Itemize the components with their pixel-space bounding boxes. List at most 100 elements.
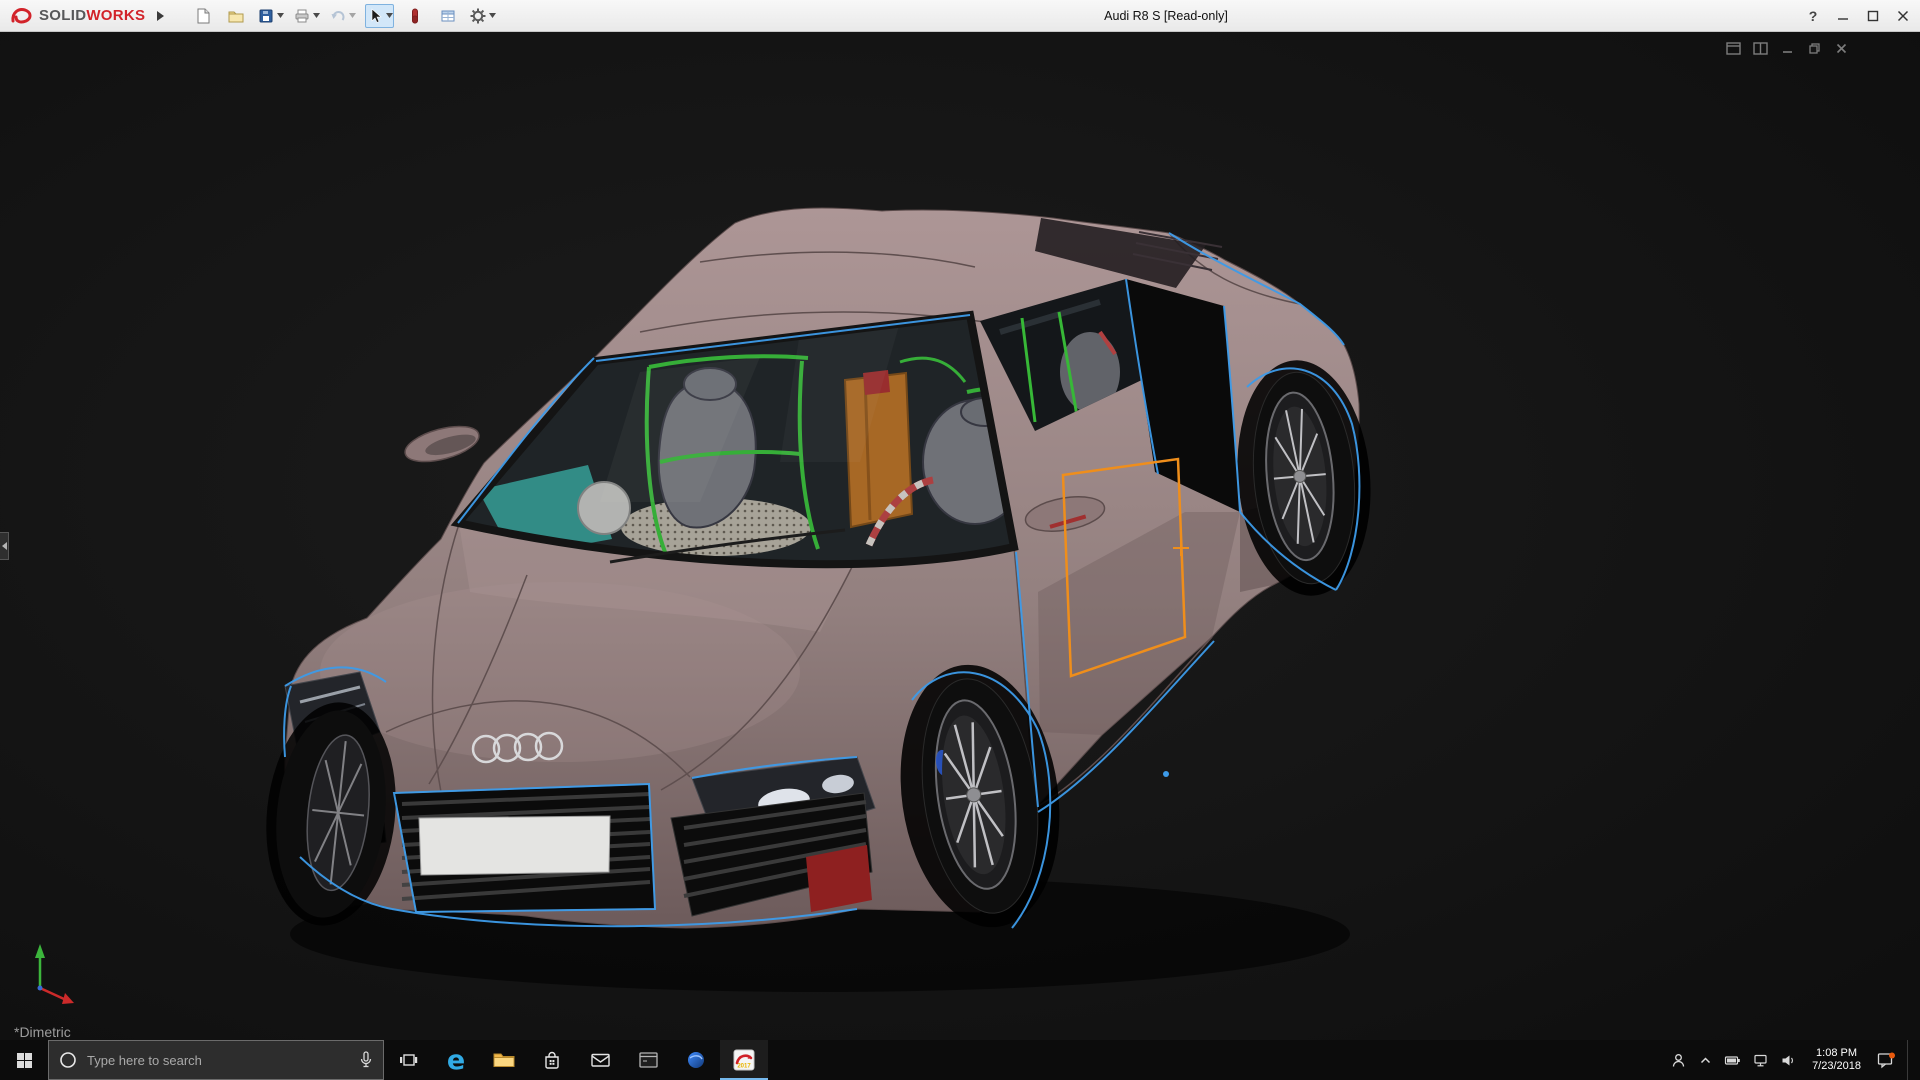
front-grille[interactable] — [393, 783, 656, 913]
close-icon — [1897, 10, 1909, 22]
brand-works: WORKS — [86, 6, 146, 24]
undo-button[interactable] — [329, 4, 357, 28]
taskbar-blue-app-icon[interactable] — [672, 1040, 720, 1080]
system-tray: 1:08 PM 7/23/2018 — [1670, 1040, 1920, 1080]
folder-icon — [493, 1053, 515, 1067]
taskbar-search[interactable] — [48, 1040, 384, 1080]
tray-battery-button[interactable] — [1724, 1052, 1741, 1069]
blue-sphere-icon — [688, 1052, 704, 1068]
taskbar-file-explorer-icon[interactable] — [480, 1040, 528, 1080]
taskbar-edge-icon[interactable]: e — [432, 1040, 480, 1080]
action-center-icon — [1877, 1052, 1895, 1068]
quick-access-toolbar — [191, 3, 497, 28]
windows-taskbar: e — [0, 1040, 1920, 1080]
mail-envelope-icon — [590, 1053, 610, 1067]
tray-people-button[interactable] — [1670, 1052, 1687, 1069]
clock-date: 7/23/2018 — [1812, 1060, 1861, 1072]
window-controls: ? — [1798, 0, 1918, 32]
nose-highlight — [320, 582, 800, 762]
doc-pane2-button[interactable] — [1752, 41, 1769, 56]
taskbar-search-input[interactable] — [48, 1040, 384, 1080]
tray-network-button[interactable] — [1752, 1052, 1769, 1069]
chevron-left-icon — [1, 542, 7, 550]
task-view-button[interactable] — [384, 1040, 432, 1080]
menu-flyout-button[interactable] — [155, 10, 165, 22]
tray-overflow-button[interactable] — [1698, 1053, 1713, 1068]
battery-icon — [1724, 1055, 1740, 1065]
license-plate — [418, 815, 611, 876]
app-window-icon — [638, 1052, 658, 1068]
task-view-icon — [399, 1054, 417, 1066]
maximize-icon — [1867, 10, 1879, 22]
network-icon — [1754, 1054, 1767, 1066]
open-folder-icon — [228, 11, 244, 22]
taskbar-mail-icon[interactable] — [576, 1040, 624, 1080]
title-menu-bar: SOLIDWORKS Audi R8 S [Read-only] ? — [0, 0, 1920, 32]
window-title: Audi R8 S [Read-only] — [1104, 9, 1228, 23]
doc-pane-button[interactable] — [1725, 41, 1742, 56]
notification-badge — [1889, 1052, 1895, 1058]
rebuild-button[interactable] — [403, 4, 427, 28]
solidworks-window: SOLIDWORKS Audi R8 S [Read-only] ? *Dime… — [0, 0, 1920, 1080]
new-document-icon — [197, 8, 210, 23]
doc-close-button[interactable] — [1833, 41, 1850, 56]
new-document-button[interactable] — [191, 4, 215, 28]
rebuild-icon — [412, 8, 419, 23]
microphone-icon[interactable] — [357, 1050, 375, 1070]
minimize-icon — [1838, 18, 1848, 20]
chevron-up-icon — [1701, 1056, 1711, 1063]
feature-manager-flyout-tab[interactable] — [0, 532, 9, 560]
viewport-canvas[interactable] — [0, 32, 1920, 1040]
file-properties-icon — [441, 10, 455, 21]
view-orientation-label: *Dimetric — [14, 1024, 71, 1040]
select-cursor-icon — [372, 7, 383, 23]
sw-year-label: 2017 — [737, 1064, 751, 1070]
taskbar-store-icon[interactable] — [528, 1040, 576, 1080]
graphics-viewport[interactable]: *Dimetric — [0, 32, 1920, 1040]
taskbar-solidworks-icon[interactable]: 2017 — [720, 1040, 768, 1080]
undo-dropdown-icon[interactable] — [349, 13, 357, 18]
pane-icon — [1753, 42, 1768, 55]
doc-minimize-button[interactable] — [1779, 41, 1796, 56]
solidworks-brand: SOLIDWORKS — [10, 5, 145, 27]
save-button[interactable] — [257, 4, 285, 28]
open-button[interactable] — [224, 4, 248, 28]
brand-solid: SOLID — [39, 6, 87, 24]
help-icon: ? — [1808, 8, 1818, 24]
options-dropdown-icon[interactable] — [489, 13, 497, 18]
action-center-button[interactable] — [1876, 1051, 1896, 1070]
save-dropdown-icon[interactable] — [277, 13, 285, 18]
tray-volume-button[interactable] — [1780, 1052, 1797, 1069]
store-bag-icon — [545, 1051, 559, 1069]
select-button[interactable] — [365, 3, 395, 28]
select-dropdown-icon[interactable] — [386, 13, 394, 18]
maximize-button[interactable] — [1858, 0, 1888, 32]
print-button[interactable] — [293, 4, 321, 28]
options-button[interactable] — [469, 4, 497, 28]
tray-clock[interactable]: 1:08 PM 7/23/2018 — [1808, 1047, 1865, 1073]
gear-icon — [470, 8, 486, 23]
minimize-button[interactable] — [1828, 0, 1858, 32]
cortana-icon — [60, 1052, 76, 1068]
menu-flyout-arrow-icon — [157, 10, 165, 21]
file-properties-button[interactable] — [436, 4, 460, 28]
undo-icon — [331, 10, 345, 21]
print-icon — [295, 9, 309, 22]
taskbar-terminal-icon[interactable] — [624, 1040, 672, 1080]
close-icon — [1836, 43, 1847, 54]
restore-icon — [1809, 43, 1820, 54]
document-window-controls — [1725, 41, 1850, 56]
minimize-icon — [1783, 51, 1792, 53]
windows-logo-icon — [16, 1052, 32, 1068]
start-button[interactable] — [0, 1040, 48, 1080]
help-button[interactable]: ? — [1798, 0, 1828, 32]
people-icon — [1672, 1053, 1685, 1067]
doc-restore-button[interactable] — [1806, 41, 1823, 56]
print-dropdown-icon[interactable] — [313, 13, 321, 18]
close-button[interactable] — [1888, 0, 1918, 32]
dassault-logo-icon — [11, 7, 32, 23]
clock-time: 1:08 PM — [1816, 1047, 1858, 1059]
show-desktop-button[interactable] — [1907, 1040, 1912, 1080]
brand-solid-text: SOLIDWORKS — [39, 7, 145, 25]
volume-icon — [1782, 1055, 1794, 1065]
